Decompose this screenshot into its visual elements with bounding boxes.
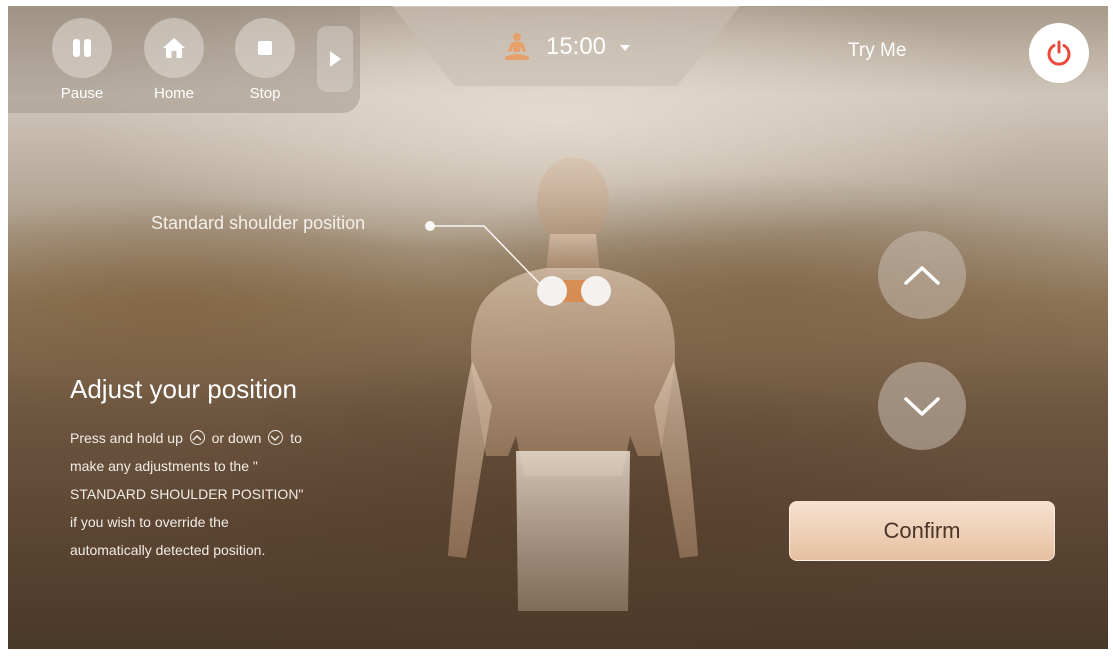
instructions-line-4: if you wish to override the [70, 514, 229, 530]
play-arrow-icon [330, 51, 341, 67]
top-toolbar: Pause Home Stop [8, 6, 360, 113]
chevron-up-icon [189, 430, 205, 445]
power-icon [1047, 40, 1071, 66]
more-options-button[interactable] [317, 26, 353, 92]
instructions-line-2: make any adjustments to the " [70, 458, 258, 474]
pause-icon [52, 18, 112, 78]
chevron-up-icon [904, 266, 940, 285]
instructions-line-1a: Press and hold up [70, 430, 183, 446]
home-icon [144, 18, 204, 78]
stop-icon [235, 18, 295, 78]
instructions-line-1: Press and hold up or down to [70, 424, 400, 452]
pause-button[interactable]: Pause [51, 18, 113, 102]
confirm-button[interactable]: Confirm [789, 501, 1055, 561]
timer-value: 15:00 [545, 32, 607, 60]
instructions-title: Adjust your position [70, 374, 297, 404]
shoulder-roller-right [581, 276, 611, 306]
instructions-line-1c: to [290, 430, 302, 446]
stop-button[interactable]: Stop [234, 18, 296, 102]
move-down-button[interactable] [878, 362, 966, 450]
move-up-button[interactable] [878, 231, 966, 319]
stop-label: Stop [249, 85, 281, 102]
timer-selector[interactable]: 15:00 [392, 6, 740, 86]
chevron-down-icon [904, 397, 940, 416]
pause-label: Pause [60, 85, 104, 102]
power-button[interactable] [1029, 23, 1089, 83]
callout-label: Standard shoulder position [151, 213, 366, 233]
home-label: Home [153, 85, 194, 102]
meditation-person-icon [504, 32, 529, 60]
instructions-line-3: STANDARD SHOULDER POSITION" [70, 486, 304, 502]
caret-down-icon [620, 45, 631, 51]
chevron-down-icon [268, 430, 284, 445]
instructions-text: Press and hold up or down to make any ad… [70, 424, 400, 564]
callout-line [425, 221, 543, 287]
try-me-link[interactable]: Try Me [848, 40, 906, 62]
massage-chair-screen: Pause Home Stop 15:00 Try Me Standard sh… [8, 6, 1108, 649]
instructions-line-1b: or down [211, 430, 262, 446]
instructions-line-5: automatically detected position. [70, 542, 266, 558]
home-button[interactable]: Home [143, 18, 205, 102]
